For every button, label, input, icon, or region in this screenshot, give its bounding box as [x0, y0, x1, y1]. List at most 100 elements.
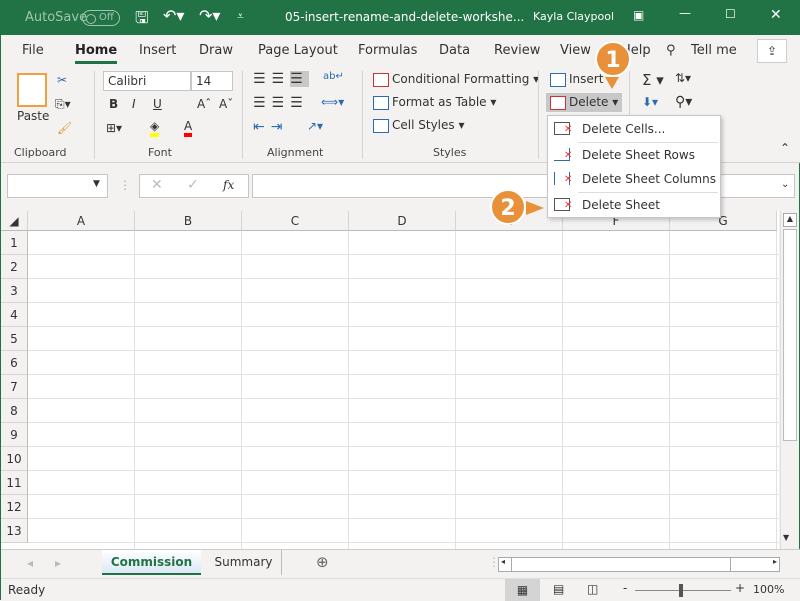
sort-filter-icon[interactable]: ⇅▾	[675, 71, 691, 85]
shrink-font-button[interactable]: Aˇ	[219, 97, 233, 111]
cell-styles-button[interactable]: Cell Styles ▾	[373, 118, 464, 133]
scroll-down-icon[interactable]: ▼	[783, 533, 789, 542]
column-header-b[interactable]: B	[135, 211, 242, 231]
grow-font-button[interactable]: Aˆ	[197, 97, 211, 111]
menu-item-delete-sheet[interactable]: ✕ Delete Sheet	[548, 193, 720, 217]
column-header-a[interactable]: A	[28, 211, 135, 231]
page-layout-view-icon[interactable]: ▤	[553, 582, 564, 596]
copy-icon[interactable]: ⎘▾	[55, 97, 71, 112]
share-button[interactable]: ⇪	[757, 39, 787, 63]
format-as-table-button[interactable]: Format as Table ▾	[373, 95, 496, 110]
orientation-icon[interactable]: ↗▾	[307, 119, 323, 133]
delete-cells-button[interactable]: Delete ▾	[546, 93, 622, 112]
user-name[interactable]: Kayla Claypool	[533, 10, 614, 23]
tab-file[interactable]: File	[22, 43, 44, 58]
paste-button[interactable]: Paste	[17, 109, 49, 123]
row-header-3[interactable]: 3	[1, 279, 28, 303]
row-header-11[interactable]: 11	[1, 471, 28, 495]
zoom-slider[interactable]	[635, 590, 731, 591]
tab-draw[interactable]: Draw	[199, 43, 233, 58]
vertical-scrollbar[interactable]: ▲ ▼	[780, 211, 798, 549]
merge-center-icon[interactable]: ⟺▾	[321, 95, 344, 109]
horizontal-scroll-thumb[interactable]	[511, 558, 731, 571]
minimize-icon[interactable]: —	[679, 6, 691, 20]
normal-view-icon[interactable]: ▦	[505, 579, 540, 601]
vertical-scroll-thumb[interactable]	[783, 229, 797, 441]
tab-page-layout[interactable]: Page Layout	[258, 43, 338, 58]
sheet-tab-commission[interactable]: Commission	[102, 550, 201, 575]
ribbon-display-icon[interactable]: ▣	[633, 8, 644, 22]
autosum-icon[interactable]: Σ ▾	[642, 71, 664, 89]
insert-function-button[interactable]: fx	[223, 178, 234, 192]
menu-item-delete-sheet-rows[interactable]: ✕ Delete Sheet Rows	[548, 143, 720, 167]
column-header-d[interactable]: D	[349, 211, 456, 231]
wrap-text-icon[interactable]: ab↵	[323, 71, 344, 82]
conditional-formatting-button[interactable]: Conditional Formatting ▾	[373, 72, 539, 87]
row-header-13[interactable]: 13	[1, 519, 28, 543]
fill-icon[interactable]: ⬇▾	[642, 95, 658, 109]
cancel-icon[interactable]: ✕	[151, 177, 163, 193]
prev-sheet-icon[interactable]: ◂	[27, 556, 33, 570]
borders-icon[interactable]: ⊞▾	[106, 121, 122, 135]
font-color-icon[interactable]: A	[184, 119, 193, 137]
find-select-icon[interactable]: ⚲▾	[675, 94, 692, 110]
worksheet-grid[interactable]: ◢ ABCDEFG12345678910111213	[1, 211, 779, 549]
close-icon[interactable]: ✕	[770, 7, 782, 23]
redo-icon[interactable]: ↷▾	[199, 6, 220, 25]
font-size-select[interactable]: 14	[191, 71, 233, 91]
bold-button[interactable]: B	[109, 97, 118, 111]
font-name-select[interactable]: Calibri	[103, 71, 191, 91]
horizontal-scrollbar[interactable]: ◂ ▸	[498, 557, 780, 572]
row-header-7[interactable]: 7	[1, 375, 28, 399]
name-box-dropdown-icon[interactable]: ▼	[93, 179, 100, 189]
autosave-toggle[interactable]: Off	[82, 10, 120, 26]
expand-formula-icon[interactable]: ⌄	[781, 179, 789, 190]
next-sheet-icon[interactable]: ▸	[55, 556, 61, 570]
fill-color-icon[interactable]: ◈	[150, 119, 160, 137]
zoom-out-button[interactable]: -	[623, 581, 627, 595]
save-icon[interactable]: 🖫	[135, 7, 149, 34]
cut-icon[interactable]: ✂	[57, 73, 67, 87]
scroll-left-icon[interactable]: ◂	[501, 557, 505, 566]
tab-view[interactable]: View	[560, 43, 591, 58]
customize-qat-icon[interactable]: ⩡	[237, 9, 244, 24]
collapse-ribbon-icon[interactable]: ⌃	[780, 141, 790, 155]
row-header-9[interactable]: 9	[1, 423, 28, 447]
zoom-in-button[interactable]: +	[735, 581, 745, 595]
row-header-6[interactable]: 6	[1, 351, 28, 375]
sheet-tab-summary[interactable]: Summary	[206, 550, 282, 575]
new-sheet-icon[interactable]: ⊕	[316, 553, 329, 571]
tab-home[interactable]: Home	[75, 43, 118, 64]
format-painter-icon[interactable]: 🖌	[57, 121, 72, 135]
maximize-icon[interactable]: ☐	[725, 7, 736, 21]
page-break-view-icon[interactable]: ◫	[587, 582, 598, 596]
undo-icon[interactable]: ↶▾	[163, 6, 184, 25]
horizontal-align-buttons[interactable]: ☰☰☰	[253, 95, 309, 111]
row-header-5[interactable]: 5	[1, 327, 28, 351]
menu-item-delete-cells[interactable]: ✕ Delete Cells...	[548, 117, 720, 141]
underline-button[interactable]: U	[153, 97, 162, 111]
row-header-10[interactable]: 10	[1, 447, 28, 471]
menu-item-delete-sheet-columns[interactable]: ✕ Delete Sheet Columns	[548, 167, 720, 191]
tab-review[interactable]: Review	[494, 43, 540, 58]
search-icon[interactable]: ⚲	[666, 43, 676, 58]
row-header-12[interactable]: 12	[1, 495, 28, 519]
tell-me[interactable]: Tell me	[691, 43, 737, 58]
row-header-1[interactable]: 1	[1, 231, 28, 255]
paste-icon[interactable]	[17, 73, 47, 107]
enter-icon[interactable]: ✓	[187, 177, 199, 193]
indent-buttons[interactable]: ⇤⇥	[253, 119, 288, 135]
zoom-slider-thumb[interactable]	[679, 584, 683, 597]
scroll-up-icon[interactable]: ▲	[783, 213, 797, 227]
row-header-2[interactable]: 2	[1, 255, 28, 279]
italic-button[interactable]: I	[132, 97, 136, 111]
row-header-4[interactable]: 4	[1, 303, 28, 327]
vertical-align-buttons[interactable]: ☰☰☰	[253, 71, 309, 87]
insert-cells-button[interactable]: Insert	[550, 72, 603, 87]
scroll-right-icon[interactable]: ▸	[773, 557, 777, 566]
tab-data[interactable]: Data	[439, 43, 470, 58]
select-all-corner[interactable]: ◢	[1, 211, 28, 231]
row-header-8[interactable]: 8	[1, 399, 28, 423]
column-header-c[interactable]: C	[242, 211, 349, 231]
zoom-level[interactable]: 100%	[753, 583, 784, 596]
